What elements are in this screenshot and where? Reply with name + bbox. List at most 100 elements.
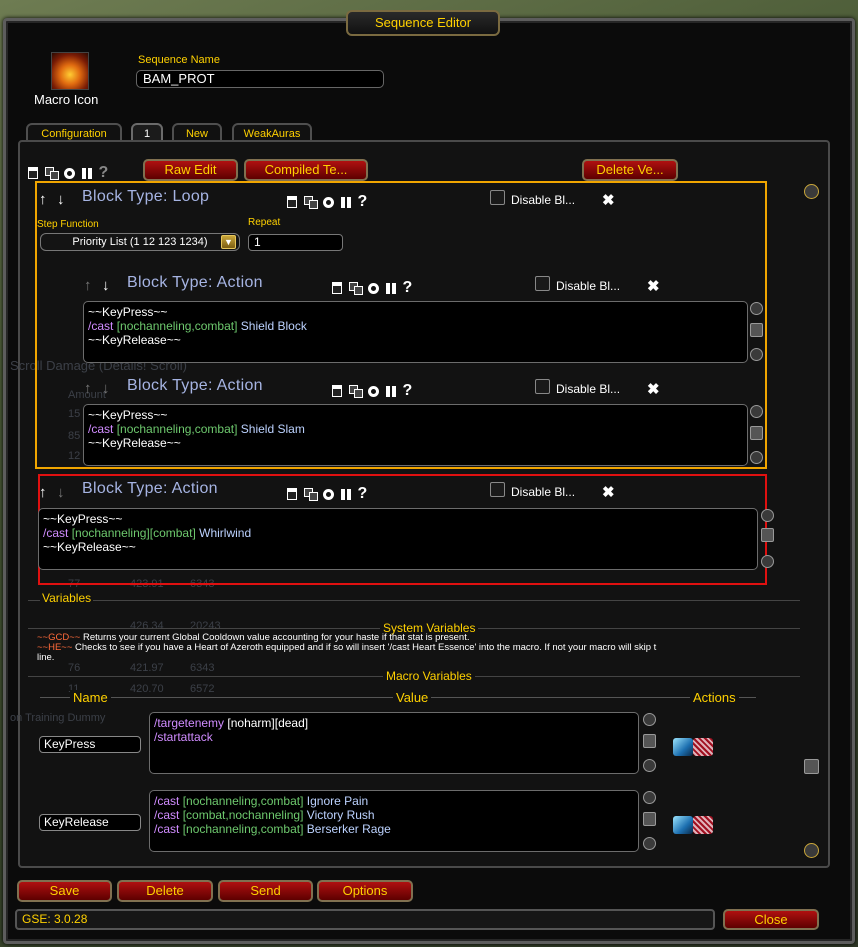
ghost-cell: 421.97 [130,662,164,674]
compiled-template-button[interactable]: Compiled Te... [244,159,368,181]
code-line: /targetenemy [noharm][dead] [154,716,309,730]
save-button[interactable]: Save [17,880,112,902]
move-down-icon[interactable]: ↓ [102,277,110,294]
variable-name-input[interactable]: KeyPress [39,736,141,753]
variable-value-editor[interactable]: /targetenemy [noharm][dead] /startattack [149,712,639,774]
code-line: ~~KeyPress~~ [88,305,168,319]
code-line: ~~KeyRelease~~ [88,436,181,450]
help-icon[interactable]: ? [403,279,413,297]
panel-scroll-thumb[interactable] [804,759,819,774]
status-bar: GSE: 3.0.28 [15,909,715,930]
ghost-training-dummy: on Training Dummy [10,712,106,724]
copy-icon[interactable] [348,282,363,295]
repeat-label: Repeat [248,217,281,228]
copy-icon[interactable] [303,196,318,209]
ghost-cell: 6343 [190,662,215,674]
delete-block-icon[interactable]: ✖ [602,483,615,501]
disable-block-checkbox[interactable] [535,276,550,291]
delete-block-icon[interactable]: ✖ [647,380,660,398]
copy-icon[interactable] [348,385,363,398]
step-function-value: Priority List (1 12 123 1234) [72,236,208,248]
move-down-icon[interactable]: ↓ [57,484,65,501]
document-icon[interactable] [28,167,38,179]
editor-scrollbar[interactable] [761,508,775,570]
panel-scroll-up-button[interactable] [804,184,819,199]
move-down-icon[interactable]: ↓ [57,191,65,208]
code-line: /cast [nochanneling,combat] Berserker Ra… [154,822,391,836]
copy-icon[interactable] [44,167,59,180]
move-up-icon[interactable]: ↑ [84,380,92,397]
ghost-cell: 420.70 [130,683,164,695]
record-icon[interactable] [323,196,335,208]
delete-block-icon[interactable]: ✖ [647,277,660,295]
editor-scrollbar[interactable] [750,404,764,466]
record-icon[interactable] [323,488,335,500]
repeat-input[interactable]: 1 [248,234,343,251]
help-icon[interactable]: ? [358,193,368,211]
step-function-dropdown[interactable]: Priority List (1 12 123 1234) [40,233,240,251]
sequence-name-input[interactable]: BAM_PROT [136,70,384,88]
move-down-icon[interactable]: ↓ [102,380,110,397]
close-button[interactable]: Close [723,909,819,930]
system-variable-row: ~~HE~~ Checks to see if you have a Heart… [37,643,657,653]
pause-icon[interactable] [385,385,396,397]
action-block-editor[interactable]: ~~KeyPress~~ /cast [nochanneling,combat]… [83,301,748,363]
delete-variable-icon[interactable] [693,816,713,834]
options-button[interactable]: Options [317,880,413,902]
editor-scrollbar[interactable] [643,712,657,774]
disable-block-label: Disable Bl... [511,485,576,499]
pause-icon[interactable] [340,196,351,208]
delete-version-button[interactable]: Delete Ve... [582,159,678,181]
action-block-editor[interactable]: ~~KeyPress~~ /cast [nochanneling,combat]… [83,404,748,466]
loop-block-icons: ? [287,193,370,211]
variable-name-input[interactable]: KeyRelease [39,814,141,831]
document-icon[interactable] [287,488,297,500]
panel-scroll-down-button[interactable] [804,843,819,858]
edit-variable-icon[interactable] [673,738,693,756]
action-block-title: Block Type: Action [127,274,263,291]
copy-icon[interactable] [303,488,318,501]
code-line: /cast [nochanneling][combat] Whirlwind [43,526,252,540]
pause-icon[interactable] [81,167,92,179]
disable-block-label: Disable Bl... [556,279,621,293]
variable-value-editor[interactable]: /cast [nochanneling,combat] Ignore Pain … [149,790,639,852]
editor-scrollbar[interactable] [750,301,764,363]
chevron-down-icon[interactable]: ▼ [221,235,236,249]
macro-icon-button[interactable] [51,52,89,90]
send-button[interactable]: Send [218,880,313,902]
document-icon[interactable] [287,196,297,208]
help-icon[interactable]: ? [403,382,413,400]
move-up-icon[interactable]: ↑ [39,484,47,501]
help-icon[interactable]: ? [358,485,368,503]
delete-variable-icon[interactable] [693,738,713,756]
move-up-icon[interactable]: ↑ [39,191,47,208]
delete-block-icon[interactable]: ✖ [602,191,615,209]
document-icon[interactable] [332,385,342,397]
move-up-icon[interactable]: ↑ [84,277,92,294]
action-block-title: Block Type: Action [127,377,263,394]
editor-scrollbar[interactable] [643,790,657,852]
disable-block-checkbox[interactable] [490,482,505,497]
pause-icon[interactable] [385,282,396,294]
record-icon[interactable] [368,385,380,397]
variables-label: Variables [40,591,94,605]
disable-block-checkbox[interactable] [490,190,505,205]
record-icon[interactable] [64,167,76,179]
pause-icon[interactable] [340,488,351,500]
macro-icon-label: Macro Icon [34,92,99,107]
delete-button[interactable]: Delete [117,880,213,902]
help-icon[interactable]: ? [99,164,109,182]
document-icon[interactable] [332,282,342,294]
disable-block-checkbox[interactable] [535,379,550,394]
system-variables-list: ~~GCD~~ Returns your current Global Cool… [37,633,802,663]
action-block-editor[interactable]: ~~KeyPress~~ /cast [nochanneling][combat… [38,508,758,570]
window-title: Sequence Editor [346,10,500,36]
column-actions-header: Actions [690,690,739,705]
raw-edit-button[interactable]: Raw Edit [143,159,238,181]
macro-variables-title: Macro Variables [383,669,475,683]
code-line: /cast [nochanneling,combat] Shield Block [88,319,307,333]
edit-variable-icon[interactable] [673,816,693,834]
column-name-header: Name [70,690,111,705]
record-icon[interactable] [368,282,380,294]
loop-block-title: Block Type: Loop [82,188,210,205]
